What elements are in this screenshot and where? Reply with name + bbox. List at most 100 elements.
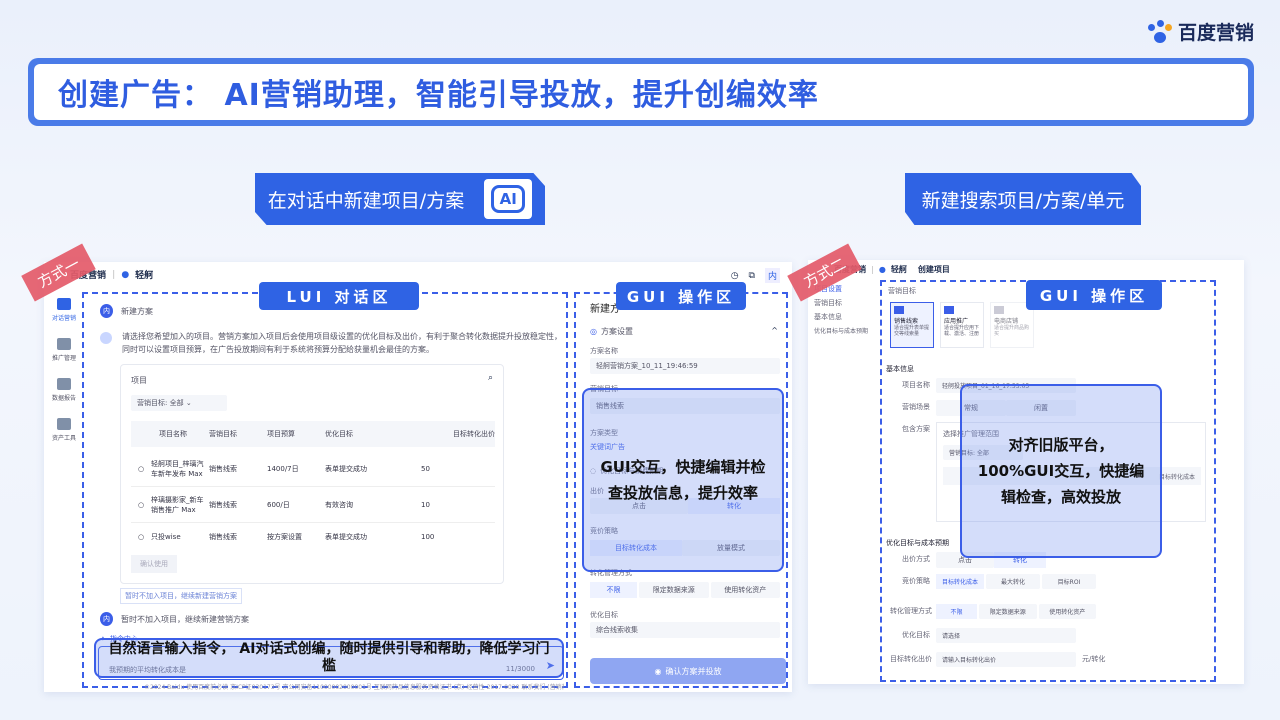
sidebar-label: 资产工具 — [51, 435, 76, 442]
left-section-title: 在对话中新建项目/方案 — [267, 189, 465, 212]
clock-icon[interactable]: ◷ — [731, 271, 739, 281]
cell: 轻舸项目_梓璃汽车新年发布 Max — [151, 459, 204, 478]
target-bid-input[interactable]: 请输入目标转化出价 — [936, 652, 1076, 667]
collapse-icon[interactable]: ^ — [771, 326, 778, 335]
conv-opt[interactable]: 限定数据来源 — [639, 582, 709, 598]
lui-label: LUI 对话区 — [259, 282, 419, 310]
copy-icon[interactable]: ⧉ — [749, 271, 755, 281]
table-row[interactable]: ○ 轻舸项目_梓璃汽车新年发布 Max 销售线索 1400/7日 表单提交成功 … — [131, 451, 495, 487]
conv-opt[interactable]: 不限 — [590, 582, 638, 598]
goal-card[interactable]: 应用推广 适合提升应用下载、激活、注册 — [940, 302, 984, 348]
user-message-text: 暂时不加入项目，继续新建营销方案 — [121, 614, 249, 624]
nav-item[interactable]: 营销目标 — [814, 298, 880, 308]
radio-icon[interactable]: ○ — [131, 501, 151, 509]
divider: | — [112, 269, 116, 280]
report-icon — [57, 378, 71, 390]
cell: 销售线索 — [209, 533, 237, 541]
conv-toggle[interactable]: 不限 限定数据来源 使用转化资产 — [590, 582, 780, 598]
ai-assistant-icon: AI — [484, 179, 533, 219]
title-bar: 创建广告： AI营销助理，智能引导投放，提升创编效率 — [28, 58, 1254, 126]
left-sidebar: 对话营销 推广管理 数据报告 资产工具 — [48, 298, 80, 442]
project-label: 项目 — [131, 376, 147, 385]
sidebar-item-promo[interactable]: 推广管理 — [48, 338, 80, 362]
radio-icon[interactable]: ○ — [131, 465, 151, 473]
optim-select[interactable]: 综合线索收集 — [590, 622, 780, 638]
check-circle-icon: ◎ — [590, 327, 597, 336]
search-icon[interactable]: ⌕ — [488, 373, 493, 383]
cell: 销售线索 — [209, 464, 237, 473]
chat-icon — [57, 298, 71, 310]
card-desc: 适合提升表单提交等线索量 — [894, 325, 930, 337]
label: 营销目标 — [888, 287, 916, 295]
project-card: 项目 ⌕ 营销目标: 全部 ⌄ 项目名称 营销目标 项目预算 优化目标 目标转化… — [120, 364, 504, 584]
goal-card[interactable]: 销售线索 适合提升表单提交等线索量 — [890, 302, 934, 348]
app-icon — [944, 306, 954, 314]
qingge-icon: ● — [121, 269, 130, 280]
user-message-text: 新建方案 — [121, 306, 153, 316]
card-title: 销售线索 — [894, 318, 919, 325]
optim-select-right[interactable]: 请选择 — [936, 628, 1076, 643]
card-title: 应用推广 — [944, 318, 969, 325]
cell: 50 — [421, 464, 430, 473]
label: 优化目标 — [902, 631, 930, 639]
bot-message: 请选择您希望加入的项目。营销方案加入项目后会使用项目级设置的优化目标及出价，有利… — [122, 332, 562, 354]
strategy-toggle-right[interactable]: 目标转化成本 最大转化 目标ROI — [936, 574, 1096, 589]
section-scheme[interactable]: ◎ 方案设置 — [590, 326, 633, 337]
page-title: 创建广告： AI营销助理，智能引导投放，提升创编效率 — [34, 64, 1248, 120]
nav-item[interactable]: 优化目标与成本预期 — [814, 326, 880, 335]
promo-icon — [57, 338, 71, 350]
user-avatar[interactable]: 内 — [764, 268, 780, 283]
goal-cards: 销售线索 适合提升表单提交等线索量 应用推广 适合提升应用下载、激活、注册 电商… — [890, 302, 1034, 348]
label: 项目名称 — [902, 381, 930, 389]
user-message: 内 新建方案 — [100, 304, 153, 318]
gui-callout-left: GUI交互，快捷编辑并检查投放信息，提升效率 — [582, 388, 784, 572]
sidebar-item-report[interactable]: 数据报告 — [48, 378, 80, 402]
sidebar-item-assets[interactable]: 资产工具 — [48, 418, 80, 442]
goal-filter[interactable]: 营销目标: 全部 ⌄ — [131, 395, 227, 411]
cell: 有效咨询 — [325, 500, 353, 509]
conv-opt[interactable]: 使用转化资产 — [710, 582, 780, 598]
unit: 元/转化 — [1082, 655, 1106, 663]
cell: 只投wise — [151, 533, 181, 541]
cell: 表单提交成功 — [325, 533, 367, 541]
confirm-label: 确认方案并投放 — [665, 666, 722, 676]
left-screenshot-panel: 百度营销 | ● 轻舸 ◷ ⧉ 内 对话营销 推广管理 数据报告 资产工具 内 … — [44, 262, 792, 692]
strategy-opt[interactable]: 目标转化成本 — [936, 574, 984, 589]
confirm-button[interactable]: 确认使用 — [131, 555, 177, 573]
store-icon — [994, 306, 1004, 314]
baidu-marketing-logo: 百度营销 — [1148, 18, 1254, 45]
conv-opt[interactable]: 使用转化资产 — [1038, 604, 1096, 619]
confirm-deploy-button[interactable]: ◉ 确认方案并投放 — [590, 658, 786, 684]
conv-toggle-right[interactable]: 不限 限定数据来源 使用转化资产 — [936, 604, 1096, 619]
col-header: 目标转化成本 — [1158, 473, 1195, 481]
right-screenshot-panel: 百度营销 | ● 轻舸 创建项目 项目设置 营销目标 基本信息 优化目标与成本预… — [808, 260, 1244, 684]
assets-icon — [57, 418, 71, 430]
nav-item[interactable]: 基本信息 — [814, 312, 880, 322]
cell: 梓璃摄影家_新车销售推广 Max — [151, 495, 204, 514]
right-section-header: 新建搜索项目/方案/单元 — [905, 173, 1141, 225]
right-nav: 项目设置 营销目标 基本信息 优化目标与成本预期 — [814, 284, 880, 335]
label: 转化管理方式 — [890, 607, 932, 615]
confirm-icon: ◉ — [654, 666, 662, 676]
ai-badge-text: AI — [491, 185, 526, 213]
strategy-opt[interactable]: 目标ROI — [1042, 574, 1096, 589]
label: 优化目标 — [590, 611, 618, 619]
sidebar-item-chat[interactable]: 对话营销 — [48, 298, 80, 322]
app-name: 轻舸 — [890, 265, 907, 274]
table-row[interactable]: ○ 只投wise 销售线索 按方案设置 表单提交成功 100 — [131, 523, 495, 551]
card-desc: 适合提升应用下载、激活、注册 — [944, 325, 980, 337]
divider: | — [871, 265, 874, 274]
gui-label-right: GUI 操作区 — [1026, 280, 1162, 310]
scheme-name-input[interactable]: 轻舸营销方案_10_11_19:46:59 — [590, 358, 780, 374]
label: 营销场景 — [902, 403, 930, 411]
gui-callout-right: 对齐旧版平台，100%GUI交互，快捷编辑检查，高效投放 — [960, 384, 1162, 558]
table-row[interactable]: ○ 梓璃摄影家_新车销售推广 Max 销售线索 600/日 有效咨询 10 — [131, 487, 495, 523]
radio-icon[interactable]: ○ — [131, 533, 151, 541]
conv-opt[interactable]: 不限 — [936, 604, 977, 619]
conv-opt[interactable]: 限定数据来源 — [979, 604, 1037, 619]
strategy-opt[interactable]: 最大转化 — [986, 574, 1040, 589]
skip-project-link[interactable]: 暂时不加入项目，继续新建营销方案 — [120, 588, 242, 604]
section-label: 方案设置 — [600, 327, 633, 336]
user-avatar: 内 — [100, 612, 113, 626]
table-body: ○ 轻舸项目_梓璃汽车新年发布 Max 销售线索 1400/7日 表单提交成功 … — [131, 451, 495, 551]
